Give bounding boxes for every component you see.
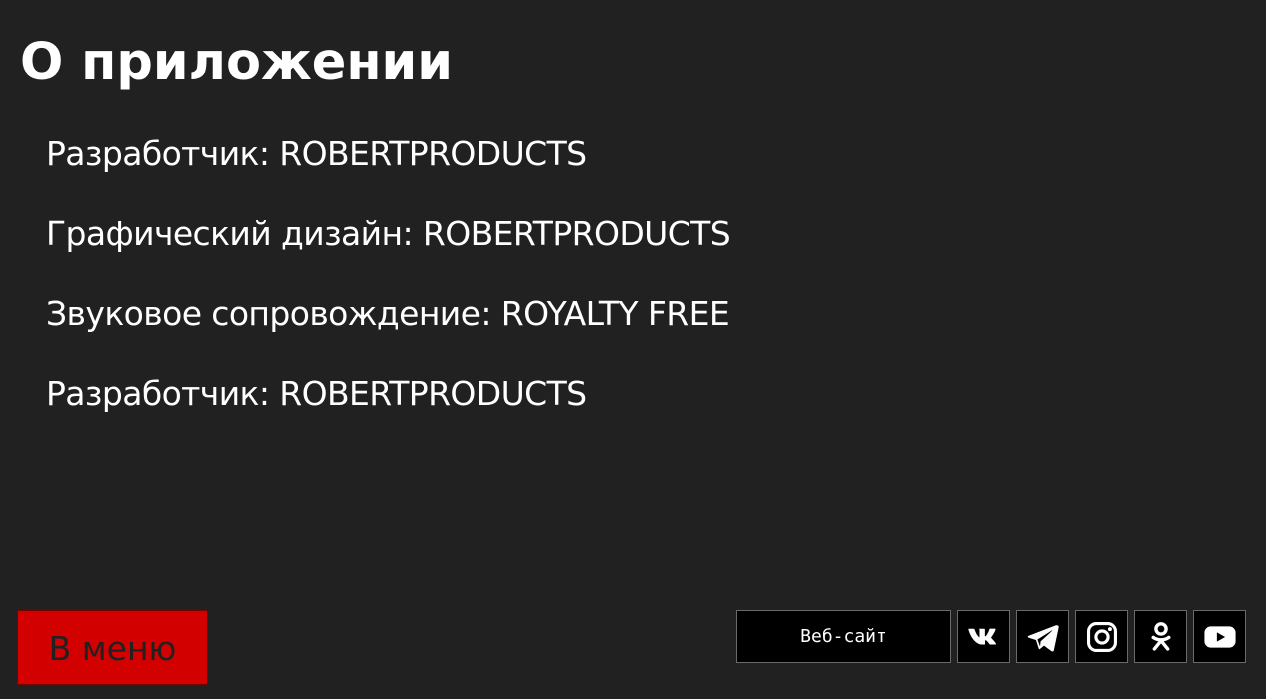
telegram-icon — [1026, 620, 1060, 654]
credits-list: Разработчик: ROBERTPRODUCTS Графический … — [46, 130, 731, 450]
youtube-button[interactable] — [1193, 610, 1246, 663]
credit-sound: Звуковое сопровождение: ROYALTY FREE — [46, 294, 730, 333]
odnoklassniki-button[interactable] — [1134, 610, 1187, 663]
website-button[interactable]: Веб-сайт — [736, 610, 951, 663]
page-title: О приложении — [20, 33, 454, 92]
back-to-menu-button[interactable]: В меню — [17, 610, 208, 685]
social-bar: Веб-сайт — [736, 610, 1246, 663]
telegram-button[interactable] — [1016, 610, 1069, 663]
credit-graphic-design: Графический дизайн: ROBERTPRODUCTS — [46, 214, 731, 253]
instagram-button[interactable] — [1075, 610, 1128, 663]
vk-icon — [967, 620, 1001, 654]
youtube-icon — [1203, 620, 1237, 654]
instagram-icon — [1085, 620, 1119, 654]
credit-developer: Разработчик: ROBERTPRODUCTS — [46, 134, 587, 173]
credit-developer-repeat: Разработчик: ROBERTPRODUCTS — [46, 374, 587, 413]
odnoklassniki-icon — [1144, 620, 1178, 654]
vk-button[interactable] — [957, 610, 1010, 663]
